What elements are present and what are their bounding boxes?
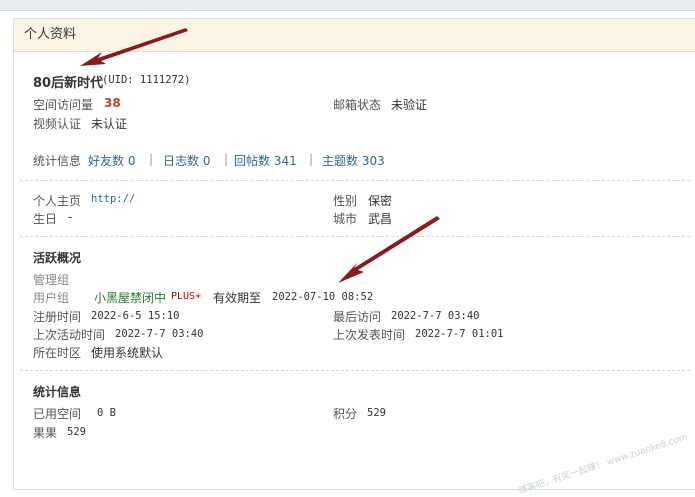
expire-label: 有效期至 (213, 291, 262, 305)
last-active-value: 2022-7-7 03:40 (115, 328, 204, 340)
video-auth-label: 视频认证 (33, 117, 82, 131)
city-label: 城市 (333, 212, 358, 226)
gender-value: 保密 (368, 194, 393, 208)
birthday-value: - (68, 210, 73, 224)
timezone-label: 所在时区 (33, 346, 82, 360)
homepage-link[interactable]: http:// (91, 193, 135, 205)
city-value: 武昌 (368, 212, 393, 226)
last-visit-value: 2022-7-7 03:40 (391, 310, 480, 322)
used-space-value: 0 B (97, 407, 116, 419)
fruit-label: 果果 (33, 426, 58, 440)
fruit-value: 529 (67, 426, 86, 438)
gender-label: 性别 (333, 194, 358, 208)
birthday-label: 生日 (33, 212, 58, 226)
user-uid: (UID: 1111272) (102, 74, 191, 86)
stats2-heading: 统计信息 (33, 385, 82, 399)
points-label: 积分 (333, 407, 358, 421)
homepage-label: 个人主页 (33, 194, 82, 208)
visits-label: 空间访问量 (33, 98, 94, 112)
top-strip (0, 0, 695, 11)
activity-heading: 活跃概况 (33, 251, 82, 265)
stats-divider: | (309, 152, 314, 166)
last-post-label: 上次发表时间 (333, 328, 406, 342)
visits-value: 38 (104, 96, 121, 110)
replies-count-link[interactable]: 回帖数 341 (234, 152, 297, 169)
friends-count-link[interactable]: 好友数 0 (88, 152, 135, 169)
register-time-value: 2022-6-5 15:10 (91, 310, 180, 322)
divider (20, 370, 690, 371)
stats-divider: | (149, 152, 154, 166)
stats-divider: | (224, 152, 229, 166)
last-post-value: 2022-7-7 01:01 (415, 328, 504, 340)
user-group-value-link[interactable]: 小黑屋禁闭中 (94, 289, 166, 306)
divider (20, 236, 690, 237)
admin-group-label: 管理组 (33, 273, 70, 287)
username: 80后新时代 (33, 76, 104, 91)
email-status-value: 未验证 (391, 98, 428, 112)
threads-count-link[interactable]: 主题数 303 (322, 152, 385, 169)
register-time-label: 注册时间 (33, 310, 82, 324)
panel-title: 个人资料 (14, 19, 695, 52)
points-value: 529 (367, 407, 386, 419)
plus-badge: PLUS+ (171, 291, 202, 302)
divider (20, 180, 690, 181)
video-auth-value: 未认证 (91, 117, 128, 131)
stats-label: 统计信息 (33, 154, 82, 168)
blogs-count-link[interactable]: 日志数 0 (163, 152, 210, 169)
used-space-label: 已用空间 (33, 407, 82, 421)
user-group-label: 用户组 (33, 291, 70, 305)
last-visit-label: 最后访问 (333, 310, 382, 324)
expire-value: 2022-07-10 08:52 (272, 291, 374, 303)
email-status-label: 邮箱状态 (333, 98, 382, 112)
last-active-label: 上次活动时间 (33, 328, 106, 342)
timezone-value: 使用系统默认 (91, 346, 164, 360)
